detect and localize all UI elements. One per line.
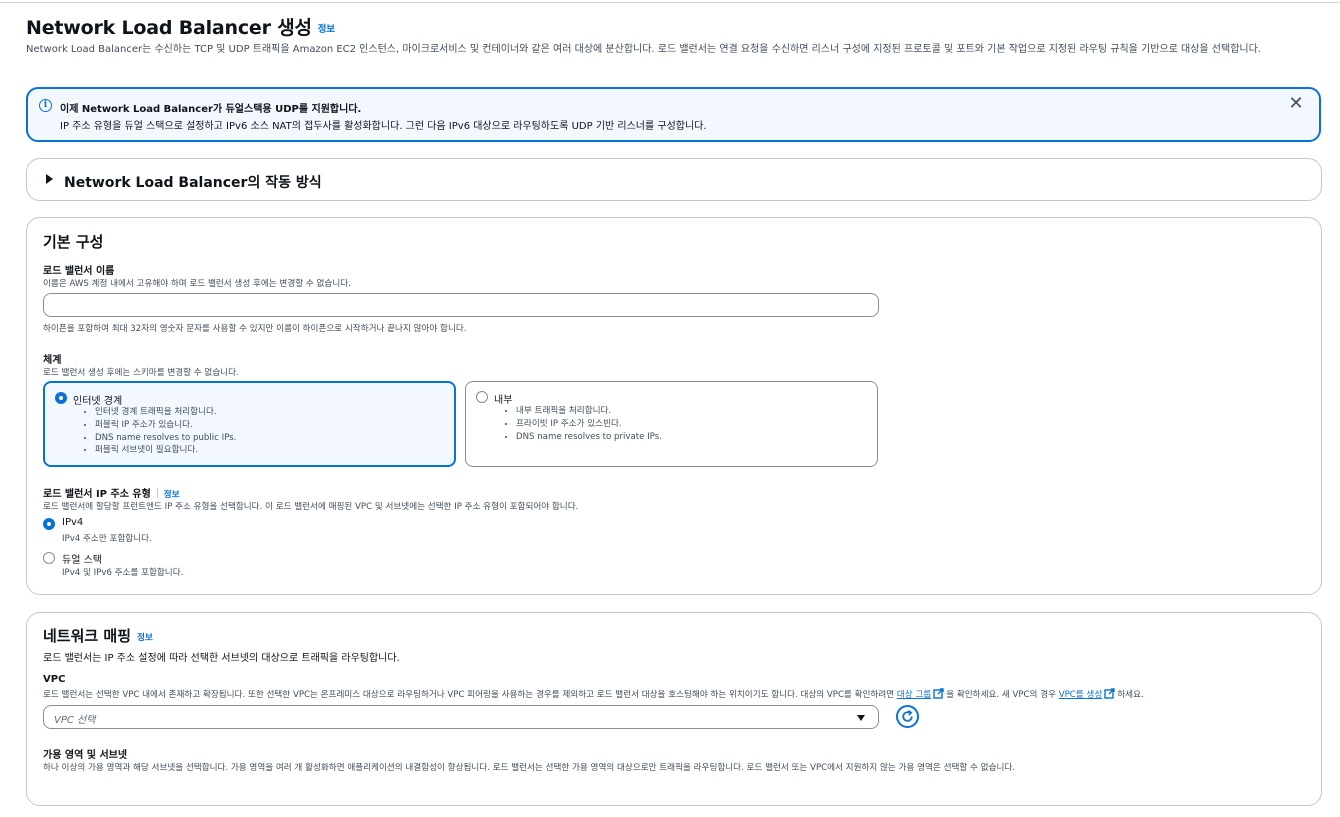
scheme-tile-internal[interactable]: 내부 내부 트래픽을 처리합니다. 프라이빗 IP 주소가 있스빈다. DNS … <box>465 381 878 467</box>
bullet-item: 프라이빗 IP 주소가 있스빈다. <box>516 418 662 431</box>
info-link[interactable]: 정보 <box>318 24 335 35</box>
bullet-item: 퍼블릭 IP 주소가 있습니다. <box>95 419 236 432</box>
how-it-works-expander[interactable]: Network Load Balancer의 작동 방식 <box>26 158 1322 201</box>
vpc-select-placeholder: VPC 선택 <box>54 715 96 726</box>
scheme-description: 로드 밸런서 생성 후에는 스키마를 변경할 수 없습니다. <box>43 368 239 378</box>
radio-label: IPv4 <box>62 517 84 528</box>
bullet-item: 내부 트래픽을 처리합니다. <box>516 405 662 418</box>
network-mapping-panel: 네트워크 매핑 정보 로드 밸런서는 IP 주소 설정에 따라 선택한 서브넷의 … <box>26 612 1322 806</box>
refresh-icon <box>902 710 913 722</box>
bullet-item: 인터넷 경계 트래픽을 처리합니다. <box>95 406 236 419</box>
tile-bullet-list: 인터넷 경계 트래픽을 처리합니다. 퍼블릭 IP 주소가 있습니다. DNS … <box>95 406 236 457</box>
bullet-item: 퍼블릭 서브넷이 필요합니다. <box>95 444 236 457</box>
tile-label: 내부 <box>494 395 513 406</box>
target-group-link[interactable]: 대상 그룹 <box>897 690 931 700</box>
network-mapping-description: 로드 밸런서는 IP 주소 설정에 따라 선택한 서브넷의 대상으로 트래픽을 … <box>43 653 400 664</box>
vpc-label: VPC <box>43 674 66 685</box>
network-mapping-title: 네트워크 매핑 정보 <box>43 625 153 646</box>
radio-label: 듀얼 스택 <box>62 555 102 566</box>
vpc-desc-text: 을 확인하세요. 새 VPC의 경우 <box>946 690 1059 700</box>
create-vpc-link[interactable]: VPC를 생성 <box>1059 690 1103 700</box>
info-icon: i <box>39 99 52 112</box>
info-link[interactable]: 정보 <box>137 633 153 643</box>
radio-description: IPv4 및 IPv6 주소를 포함합니다. <box>62 568 184 578</box>
basic-config-title: 기본 구성 <box>43 233 104 251</box>
page-title: Network Load Balancer 생성 정보 <box>26 13 335 40</box>
vpc-description: 로드 밸런서는 선택한 VPC 내에서 존재하고 확장됩니다. 또한 선택한 V… <box>43 688 1144 700</box>
page-title-text: Network Load Balancer 생성 <box>26 17 312 39</box>
radio-ipv4[interactable] <box>43 518 55 530</box>
expander-title: Network Load Balancer의 작동 방식 <box>64 175 322 191</box>
lb-name-description: 이름은 AWS 계정 내에서 고유해야 하며 로드 밸런서 생성 후에는 변경할… <box>43 279 351 289</box>
alert-body: IP 주소 유형을 듀얼 스택으로 설정하고 IPv6 소스 NAT의 접두사를… <box>60 121 707 132</box>
radio-dualstack[interactable] <box>43 552 55 564</box>
lb-name-constraint: 하이픈을 포함하여 최대 32자의 영숫자 문자를 사용할 수 있지만 이름이 … <box>43 324 467 334</box>
ip-type-label: 로드 밸런서 IP 주소 유형 정보 <box>43 485 180 500</box>
scheme-tile-internet-facing[interactable]: 인터넷 경계 인터넷 경계 트래픽을 처리합니다. 퍼블릭 IP 주소가 있습니… <box>43 381 456 467</box>
lb-name-input[interactable] <box>43 293 879 317</box>
top-divider <box>0 2 1340 3</box>
external-link-icon <box>933 688 944 699</box>
bullet-item: DNS name resolves to public IPs. <box>95 432 236 445</box>
page-description: Network Load Balancer는 수신하는 TCP 및 UDP 트래… <box>26 44 1261 55</box>
az-label: 가용 영역 및 서브넷 <box>43 750 128 761</box>
lb-name-label: 로드 밸런서 이름 <box>43 266 115 277</box>
scheme-label: 체계 <box>43 355 62 366</box>
ip-type-label-text: 로드 밸런서 IP 주소 유형 <box>43 489 151 500</box>
vpc-desc-text: 로드 밸런서는 선택한 VPC 내에서 존재하고 확장됩니다. 또한 선택한 V… <box>43 690 897 700</box>
radio-internal[interactable] <box>476 391 488 403</box>
tile-bullet-list: 내부 트래픽을 처리합니다. 프라이빗 IP 주소가 있스빈다. DNS nam… <box>516 405 662 443</box>
vpc-desc-text: 하세요. <box>1117 690 1144 700</box>
bullet-item: DNS name resolves to private IPs. <box>516 431 662 444</box>
radio-description: IPv4 주소만 포함합니다. <box>62 534 152 544</box>
network-mapping-title-text: 네트워크 매핑 <box>43 627 132 645</box>
info-alert: i 이제 Network Load Balancer가 듀얼스택용 UDP를 지… <box>26 87 1321 142</box>
az-description: 하나 이상의 가용 영역과 해당 서브넷을 선택합니다. 가용 영역을 여러 개… <box>43 763 1016 773</box>
caret-down-icon <box>857 715 865 721</box>
close-icon[interactable]: ✕ <box>1287 95 1305 113</box>
external-link-icon <box>1104 688 1115 699</box>
ip-type-description: 로드 밸런서에 할당할 프런트엔드 IP 주소 유형을 선택합니다. 이 로드 … <box>43 502 579 512</box>
basic-config-panel: 기본 구성 로드 밸런서 이름 이름은 AWS 계정 내에서 고유해야 하며 로… <box>26 217 1322 595</box>
refresh-button[interactable] <box>896 705 919 728</box>
radio-internet-facing[interactable] <box>55 392 67 404</box>
info-link[interactable]: 정보 <box>164 490 180 500</box>
alert-title: 이제 Network Load Balancer가 듀얼스택용 UDP를 지원합… <box>60 104 362 115</box>
caret-right-icon <box>46 174 53 184</box>
vpc-select[interactable]: VPC 선택 <box>43 705 879 729</box>
tile-label: 인터넷 경계 <box>73 396 123 407</box>
label-separator <box>156 488 158 498</box>
